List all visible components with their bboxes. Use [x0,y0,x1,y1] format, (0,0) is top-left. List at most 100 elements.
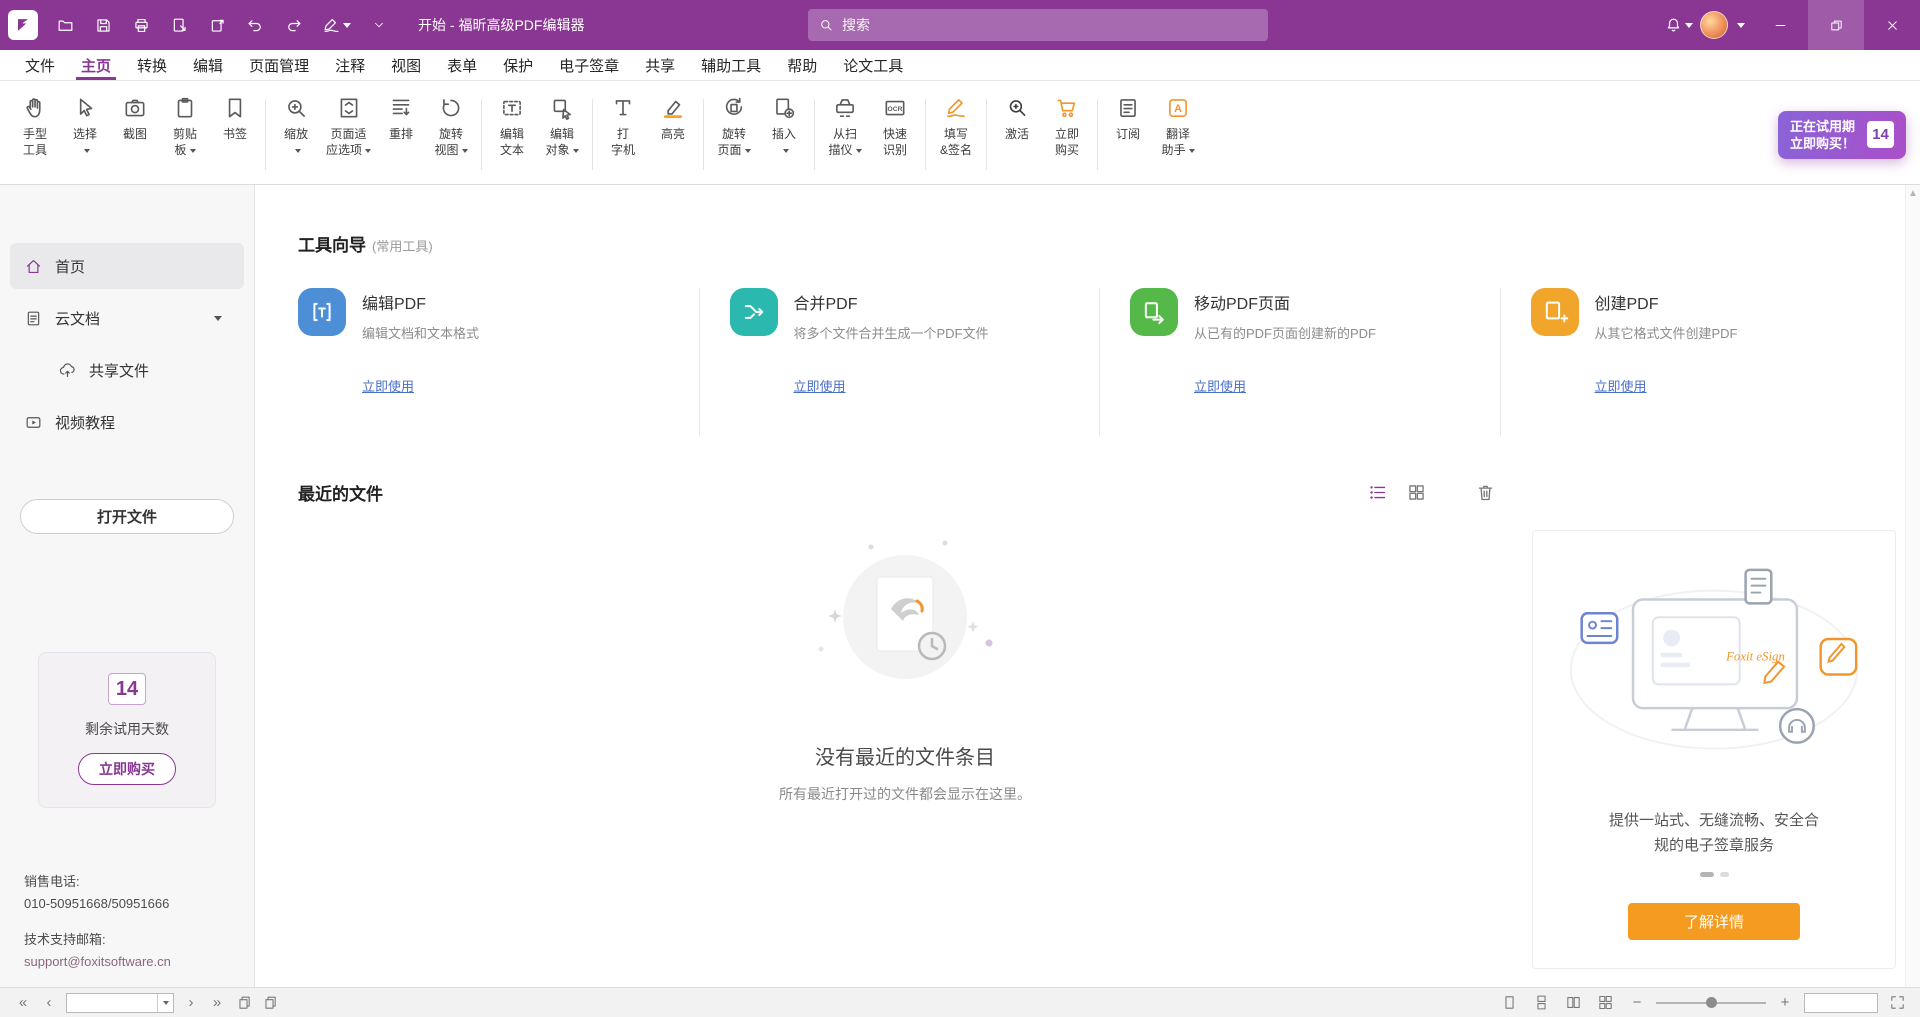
tab-page-manage[interactable]: 页面管理 [236,50,322,80]
sidebar-item-cloud-docs[interactable]: 云文档 [10,295,244,341]
buy-now-button[interactable]: 立即购买 [78,753,176,785]
sidebar-item-shared-files[interactable]: 共享文件 [10,347,244,393]
minimize-button[interactable] [1752,0,1808,50]
tab-file[interactable]: 文件 [12,50,68,80]
ribbon-item-hand-tool[interactable]: 手型 工具 [10,87,60,182]
ribbon-item-select[interactable]: 选择 [60,87,110,182]
single-page-view-icon[interactable] [1496,991,1522,1015]
search-input[interactable] [842,17,1258,33]
notifications-bell-icon[interactable] [1656,8,1700,42]
tab-accessibility[interactable]: 辅助工具 [688,50,774,80]
move-pdf-pages-icon[interactable] [1130,288,1178,336]
ribbon-item-highlight[interactable]: 高亮 [648,87,698,182]
ribbon-item-buy-now[interactable]: 立即 购买 [1042,87,1092,182]
first-page-icon[interactable]: « [10,991,36,1015]
account-dropdown-icon[interactable] [1728,8,1752,42]
ribbon-item-edit-text[interactable]: 编辑 文本 [487,87,537,182]
facing-continuous-view-icon[interactable] [1592,991,1618,1015]
redo-icon[interactable] [276,8,310,42]
ribbon-item-typewriter[interactable]: 打 字机 [598,87,648,182]
use-now-link[interactable]: 立即使用 [362,376,414,395]
open-icon[interactable] [48,8,82,42]
restore-button[interactable] [1808,0,1864,50]
user-avatar[interactable] [1700,11,1728,39]
use-now-link[interactable]: 立即使用 [1194,376,1246,395]
dot[interactable] [1720,872,1729,877]
quick-sign-icon[interactable] [314,8,358,42]
learn-more-button[interactable]: 了解详情 [1628,903,1800,940]
sidebar-item-home[interactable]: 首页 [10,243,244,289]
open-file-button[interactable]: 打开文件 [20,499,234,534]
grid-view-icon[interactable] [1404,480,1429,505]
ribbon-item-snapshot[interactable]: 截图 [110,87,160,182]
dot-active[interactable] [1700,872,1714,877]
list-view-icon[interactable] [1365,480,1390,505]
use-now-link[interactable]: 立即使用 [1595,376,1647,395]
last-page-icon[interactable]: » [204,991,230,1015]
zoom-level-input[interactable] [1805,994,1877,1012]
collapse-ribbon-icon[interactable] [362,8,396,42]
tab-help[interactable]: 帮助 [774,50,830,80]
tab-view[interactable]: 视图 [378,50,434,80]
tab-esign[interactable]: 电子签章 [546,50,632,80]
export-icon[interactable] [200,8,234,42]
ribbon-item-edit-object[interactable]: 编辑 对象 [537,87,587,182]
trash-icon[interactable] [1473,480,1498,505]
next-page-icon[interactable]: › [178,991,204,1015]
trial-buy-badge[interactable]: 正在试用期 立即购买！ 14 [1778,111,1906,159]
facing-view-icon[interactable] [1560,991,1586,1015]
zoom-slider-thumb[interactable] [1706,997,1717,1008]
tab-paper-tools[interactable]: 论文工具 [830,50,916,80]
save-as-icon[interactable] [162,8,196,42]
tab-share[interactable]: 共享 [632,50,688,80]
ribbon-label: 快速 [883,126,907,142]
ribbon-item-activate[interactable]: 激活 [992,87,1042,182]
tab-comment[interactable]: 注释 [322,50,378,80]
ribbon-item-translate-assistant[interactable]: 翻译 助手 [1153,87,1203,182]
window-title: 开始 - 福昕高级PDF编辑器 [418,15,584,35]
ribbon-item-fit-page[interactable]: 页面适 应选项 [321,87,376,182]
ribbon-item-insert[interactable]: 插入 [759,87,809,182]
ribbon-item-bookmark[interactable]: 书签 [210,87,260,182]
page-number-input[interactable] [67,996,157,1010]
ribbon-item-quick-ocr[interactable]: 快速 识别 [870,87,920,182]
previous-view-icon[interactable] [230,991,256,1015]
ribbon-item-subscribe[interactable]: 订阅 [1103,87,1153,182]
tab-protect[interactable]: 保护 [490,50,546,80]
sidebar-item-video-tutorials[interactable]: 视频教程 [10,399,244,445]
next-view-icon[interactable] [256,991,282,1015]
scrollbar[interactable]: ▲ [1905,185,1920,987]
tab-home[interactable]: 主页 [68,50,124,80]
zoom-in-icon[interactable]: + [1772,991,1798,1015]
ribbon-item-from-scanner[interactable]: 从扫 描仪 [820,87,870,182]
ribbon-item-rotate-pages[interactable]: 旋转 页面 [709,87,759,182]
tab-form[interactable]: 表单 [434,50,490,80]
fullscreen-icon[interactable] [1884,991,1910,1015]
ribbon-item-reflow[interactable]: 重排 [376,87,426,182]
continuous-view-icon[interactable] [1528,991,1554,1015]
insert-page-icon [771,90,797,126]
merge-pdf-icon[interactable] [730,288,778,336]
app-window: 开始 - 福昕高级PDF编辑器 文件 主页 转换 编辑 页面管理 注释 视图 表… [0,0,1920,1017]
page-dropdown-icon[interactable] [157,994,173,1012]
ribbon-item-zoom[interactable]: 缩放 [271,87,321,182]
edit-pdf-icon[interactable] [298,288,346,336]
print-icon[interactable] [124,8,158,42]
create-pdf-icon[interactable] [1531,288,1579,336]
close-button[interactable] [1864,0,1920,50]
undo-icon[interactable] [238,8,272,42]
save-icon[interactable] [86,8,120,42]
foxit-logo-icon[interactable] [8,10,38,40]
previous-page-icon[interactable]: ‹ [36,991,62,1015]
tab-convert[interactable]: 转换 [124,50,180,80]
zoom-slider[interactable] [1656,993,1766,1013]
tab-edit[interactable]: 编辑 [180,50,236,80]
search-box[interactable] [808,9,1268,41]
support-email-link[interactable]: support@foxitsoftware.cn [24,951,171,973]
chevron-down-icon[interactable] [214,316,222,321]
ribbon-item-clipboard[interactable]: 剪贴 板 [160,87,210,182]
zoom-out-icon[interactable]: − [1624,991,1650,1015]
use-now-link[interactable]: 立即使用 [794,376,846,395]
ribbon-item-rotate-view[interactable]: 旋转 视图 [426,87,476,182]
ribbon-item-fill-sign[interactable]: 填写 &签名 [931,87,981,182]
